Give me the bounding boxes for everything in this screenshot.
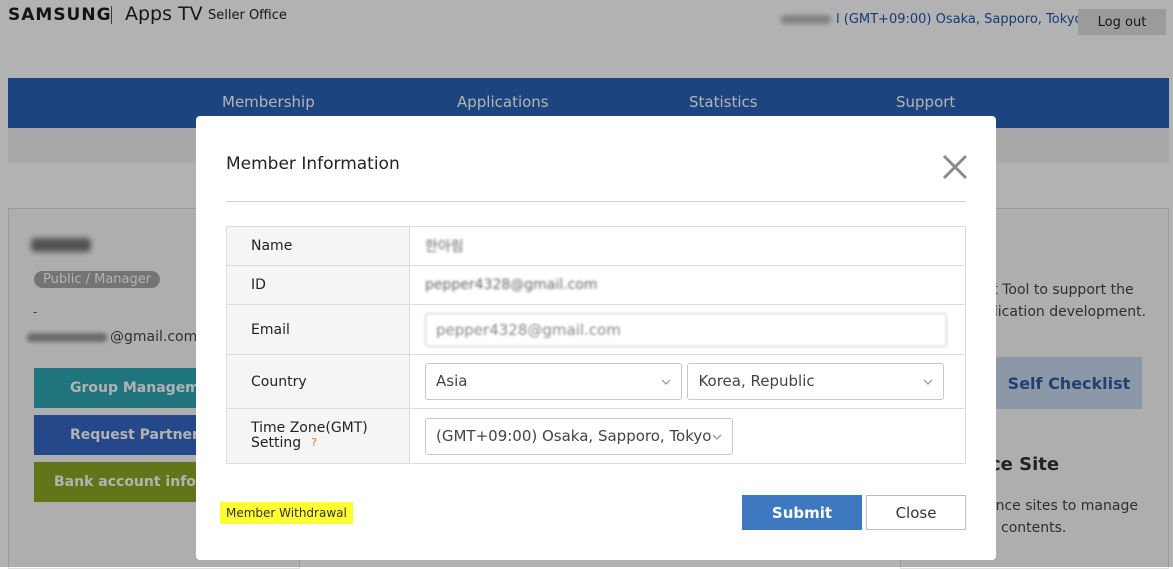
region-select-value: Asia bbox=[436, 372, 468, 390]
name-value: 한아림 bbox=[409, 226, 966, 266]
timezone-label-line1: Time Zone(GMT) bbox=[251, 420, 368, 436]
email-cell bbox=[409, 304, 966, 355]
table-row: Name 한아림 bbox=[226, 226, 966, 266]
table-row: Country Asia Korea, Republic bbox=[226, 354, 966, 409]
id-value: pepper4328@gmail.com bbox=[409, 265, 966, 305]
country-select-value: Korea, Republic bbox=[698, 372, 815, 390]
timezone-select[interactable]: (GMT+09:00) Osaka, Sapporo, Tokyo bbox=[425, 417, 733, 455]
id-label: ID bbox=[226, 265, 410, 305]
name-value-text: 한아림 bbox=[425, 239, 464, 255]
country-select[interactable]: Korea, Republic bbox=[687, 363, 945, 400]
name-label: Name bbox=[226, 226, 410, 266]
member-info-table: Name 한아림 ID pepper4328@gmail.com Email C… bbox=[226, 226, 966, 464]
timezone-label-line2: Setting bbox=[251, 435, 302, 451]
chevron-down-icon bbox=[661, 379, 671, 385]
table-row: Time Zone(GMT) Setting? (GMT+09:00) Osak… bbox=[226, 408, 966, 464]
title-divider bbox=[226, 201, 966, 202]
region-select[interactable]: Asia bbox=[425, 363, 682, 400]
timezone-label: Time Zone(GMT) Setting? bbox=[226, 408, 410, 464]
submit-button[interactable]: Submit bbox=[742, 495, 862, 530]
chevron-down-icon bbox=[712, 434, 722, 440]
email-label: Email bbox=[226, 304, 410, 355]
close-button[interactable]: Close bbox=[866, 495, 966, 530]
timezone-select-value: (GMT+09:00) Osaka, Sapporo, Tokyo bbox=[436, 426, 712, 445]
member-info-dialog: Member Information Name 한아림 ID pepper432… bbox=[196, 116, 996, 560]
chevron-down-icon bbox=[923, 379, 933, 385]
id-value-text: pepper4328@gmail.com bbox=[425, 277, 598, 293]
country-cell: Asia Korea, Republic bbox=[409, 354, 966, 409]
email-field[interactable] bbox=[425, 312, 947, 347]
help-icon[interactable]: ? bbox=[307, 436, 321, 450]
member-withdrawal-link[interactable]: Member Withdrawal bbox=[220, 502, 353, 524]
table-row: ID pepper4328@gmail.com bbox=[226, 265, 966, 305]
country-label: Country bbox=[226, 354, 410, 409]
table-row: Email bbox=[226, 304, 966, 355]
close-icon[interactable] bbox=[938, 150, 972, 184]
dialog-title: Member Information bbox=[226, 154, 400, 174]
timezone-cell: (GMT+09:00) Osaka, Sapporo, Tokyo bbox=[409, 408, 966, 464]
